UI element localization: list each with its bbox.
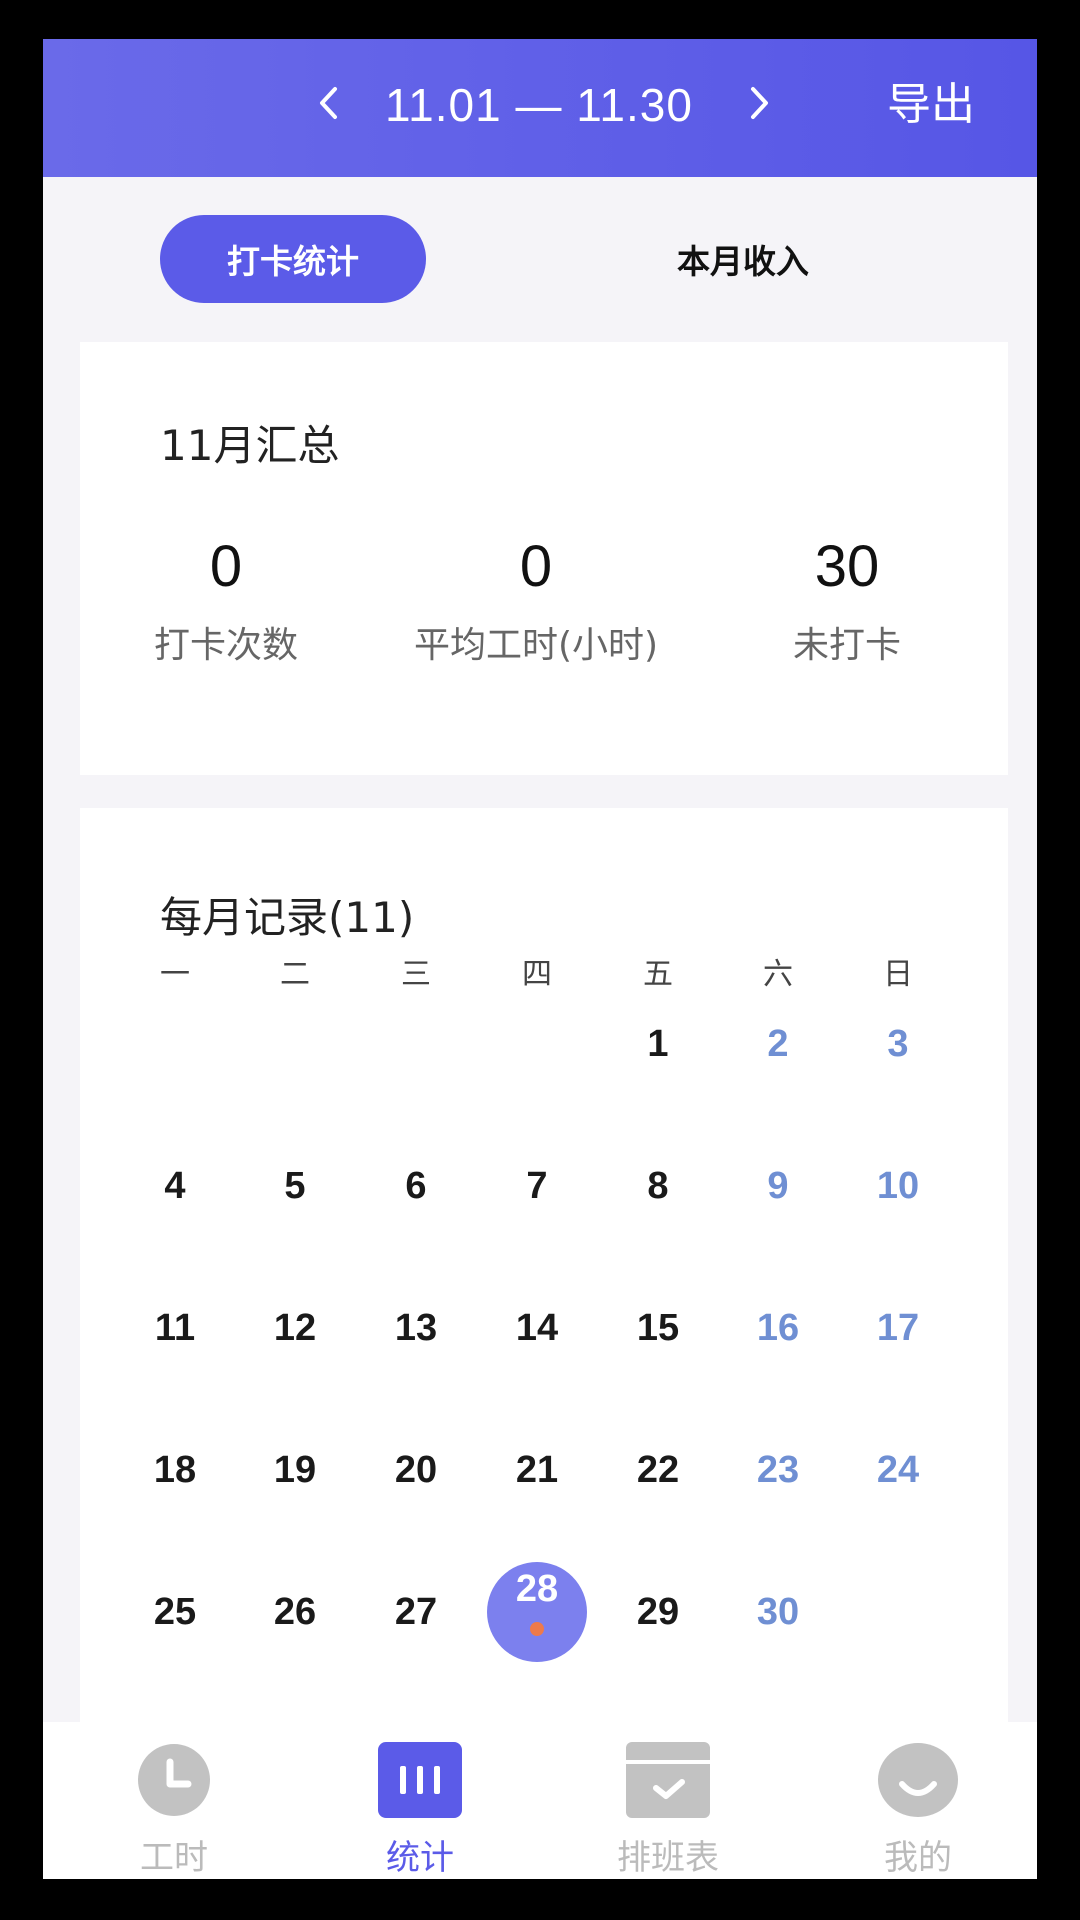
weekday-header: 五 [643, 957, 673, 992]
calendar-day[interactable]: 23 [728, 1420, 828, 1520]
calendar-day[interactable]: 11 [125, 1278, 225, 1378]
tab-work-hours[interactable]: 工时 [74, 1722, 274, 1879]
summary-title: 11月汇总 [160, 421, 340, 470]
calendar-day[interactable]: 29 [608, 1562, 708, 1662]
tab-label: 统计 [386, 1838, 454, 1878]
calendar-day[interactable]: 1 [608, 994, 708, 1094]
stat-label: 平均工时(小时) [413, 625, 659, 666]
tab-label: 工时 [140, 1838, 208, 1878]
app-screen: 11.01 — 11.30 导出 打卡统计 本月收入 11月汇总 0 打卡次数 … [43, 39, 1037, 1879]
stats-icon [378, 1742, 462, 1818]
calendar-day[interactable]: 6 [366, 1136, 466, 1236]
calendar-day[interactable]: 2 [728, 994, 828, 1094]
tab-schedule[interactable]: 排班表 [568, 1722, 768, 1879]
calendar-day[interactable]: 15 [608, 1278, 708, 1378]
weekday-header: 三 [401, 957, 431, 992]
records-card: 每月记录(11) 一二三四五六日 1 2 3 4 5 6 7 8 9 10 11 12 13 14 15 16 1… [80, 808, 1008, 1879]
tab-label: 我的 [884, 1838, 952, 1878]
summary-card: 11月汇总 0 打卡次数 0 平均工时(小时) 30 未打卡 [80, 342, 1008, 775]
prev-month-button[interactable] [308, 73, 348, 133]
calendar-day[interactable]: 17 [848, 1278, 948, 1378]
calendar-day[interactable]: 20 [366, 1420, 466, 1520]
chevron-left-icon [320, 87, 337, 119]
schedule-icon [626, 1742, 710, 1818]
weekday-header: 六 [763, 957, 793, 992]
stat-value: 0 [519, 534, 553, 599]
calendar-day[interactable]: 25 [125, 1562, 225, 1662]
tab-profile[interactable]: 我的 [818, 1722, 1018, 1879]
calendar-day[interactable]: 22 [608, 1420, 708, 1520]
calendar-day[interactable]: 26 [245, 1562, 345, 1662]
calendar-day[interactable]: 27 [366, 1562, 466, 1662]
checkin-dot [530, 1622, 544, 1636]
chevron-right-icon [751, 87, 768, 119]
calendar-day[interactable]: 18 [125, 1420, 225, 1520]
clock-icon [138, 1744, 210, 1816]
bottom-tab-bar: 工时 统计 排班表 我的 [43, 1722, 1037, 1879]
tab-checkin-stats[interactable]: 打卡统计 [160, 215, 426, 303]
stat-checkin-count: 0 打卡次数 [76, 532, 376, 668]
tab-label: 排班表 [617, 1838, 719, 1878]
date-range-label: 11.01 — 11.30 [385, 79, 693, 131]
stat-label: 未打卡 [792, 625, 901, 666]
weekday-header: 四 [522, 957, 552, 992]
calendar-day[interactable]: 13 [366, 1278, 466, 1378]
export-button[interactable]: 导出 [887, 65, 975, 145]
calendar-day[interactable]: 21 [487, 1420, 587, 1520]
header-bar: 11.01 — 11.30 导出 [43, 39, 1037, 177]
stat-missed-checkins: 30 未打卡 [697, 532, 997, 668]
records-title: 每月记录(11) [160, 893, 415, 942]
stat-value: 0 [209, 534, 243, 599]
calendar-day[interactable]: 12 [245, 1278, 345, 1378]
stat-label: 打卡次数 [153, 625, 298, 666]
stat-average-hours: 0 平均工时(小时) [386, 532, 686, 668]
weekday-header: 日 [883, 957, 913, 992]
tab-monthly-income[interactable]: 本月收入 [643, 215, 843, 303]
stat-value: 30 [814, 534, 880, 599]
calendar-day[interactable]: 5 [245, 1136, 345, 1236]
calendar-day[interactable]: 9 [728, 1136, 828, 1236]
weekday-header: 二 [280, 957, 310, 992]
calendar-day-today[interactable]: 28 [487, 1562, 587, 1662]
weekday-header: 一 [160, 957, 190, 992]
tab-statistics[interactable]: 统计 [320, 1722, 520, 1879]
calendar-day[interactable]: 24 [848, 1420, 948, 1520]
profile-icon [878, 1743, 958, 1817]
calendar-day[interactable]: 4 [125, 1136, 225, 1236]
calendar-day[interactable]: 3 [848, 994, 948, 1094]
next-month-button[interactable] [740, 73, 780, 133]
calendar-day[interactable]: 19 [245, 1420, 345, 1520]
calendar-day[interactable]: 7 [487, 1136, 587, 1236]
calendar-day[interactable]: 8 [608, 1136, 708, 1236]
calendar-day[interactable]: 16 [728, 1278, 828, 1378]
calendar-day[interactable]: 30 [728, 1562, 828, 1662]
calendar-day[interactable]: 14 [487, 1278, 587, 1378]
calendar-day[interactable]: 10 [848, 1136, 948, 1236]
